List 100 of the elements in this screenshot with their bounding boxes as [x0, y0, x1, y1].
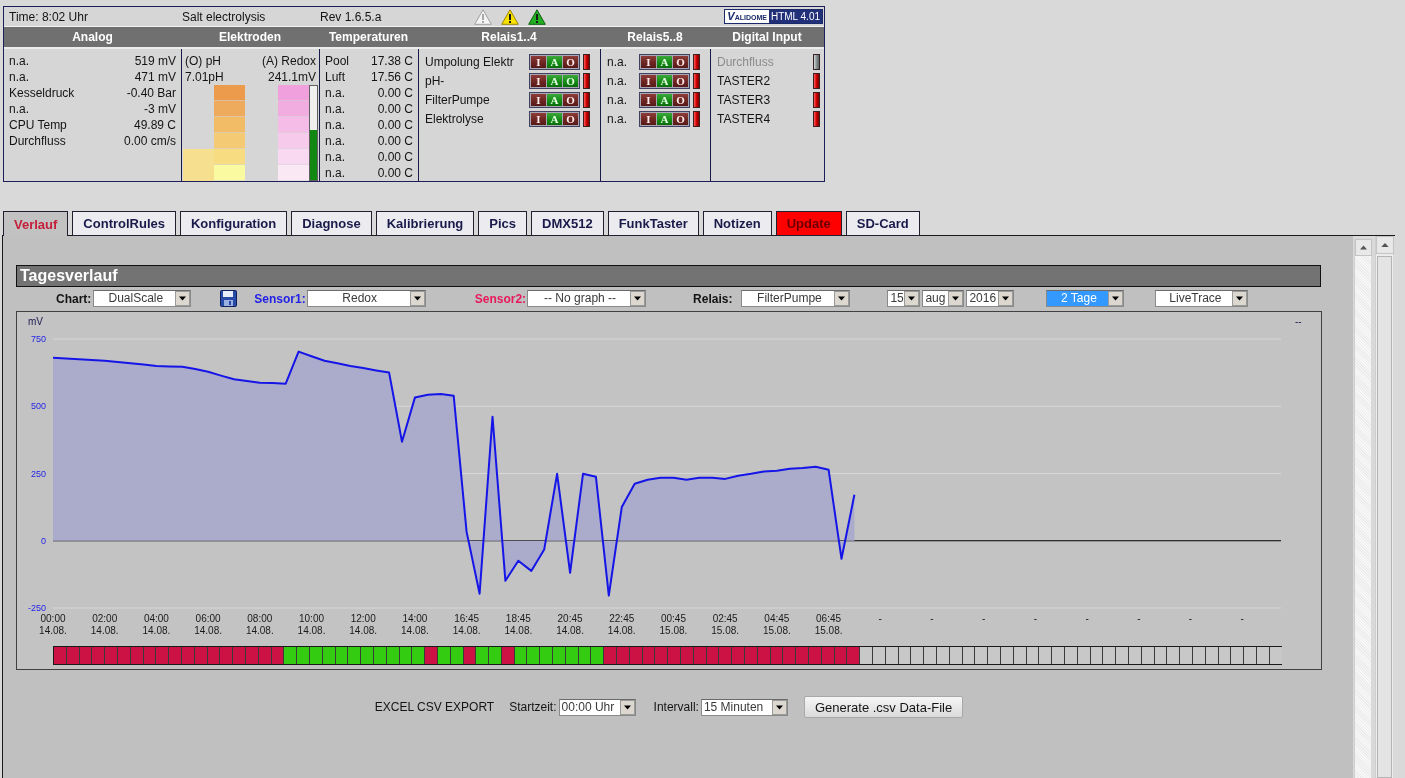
scroll-up-icon[interactable] — [1355, 239, 1372, 256]
dropdown[interactable]: 2016 — [966, 290, 1015, 307]
axis-tick-label: 10:00 14.08. — [296, 613, 327, 637]
axis-tick-label: 20:45 14.08. — [555, 613, 585, 637]
axis-tick-label: 00:45 15.08. — [658, 613, 689, 637]
axis-tick-label: - — [1239, 613, 1245, 625]
tab[interactable]: DMX512 — [531, 211, 604, 236]
mode-button[interactable]: I — [531, 112, 546, 125]
mode-button[interactable]: A — [547, 55, 562, 68]
temperature-label: n.a. — [325, 85, 345, 101]
sensor-label: n.a. — [9, 69, 29, 85]
save-icon[interactable] — [220, 290, 238, 307]
mode-button[interactable]: I — [531, 93, 546, 106]
axis-tick-label: 04:45 15.08. — [761, 613, 792, 637]
axis-tick-label: 750 — [30, 334, 46, 344]
mode-button[interactable]: A — [657, 55, 672, 68]
tab[interactable]: Notizen — [702, 211, 772, 236]
field-label: Relais: — [693, 291, 733, 306]
validator-badge[interactable]: VALIDOME HTML 4.01 — [724, 9, 823, 24]
axis-tick-label: 18:45 14.08. — [503, 613, 534, 637]
electrode-label: (O) pH — [185, 53, 221, 69]
input-name: TASTER4 — [717, 111, 772, 126]
tab[interactable]: Kalibrierung — [375, 211, 475, 236]
dropdown[interactable]: LiveTrace — [1155, 290, 1249, 307]
axis-tick-label: - — [929, 613, 935, 625]
relay-name: n.a. — [607, 111, 628, 126]
relay-name: Elektrolyse — [425, 111, 485, 126]
mode-button[interactable]: O — [673, 55, 688, 68]
mode-button[interactable]: A — [547, 112, 562, 125]
axis-tick-label: 06:00 14.08. — [193, 613, 223, 637]
section-title: Tagesverlauf — [16, 265, 1321, 287]
sensor-value: 471 mV — [134, 69, 176, 85]
column-header: Elektroden — [218, 29, 282, 46]
electrode-label: (A) Redox — [261, 53, 316, 69]
tab[interactable]: Pics — [478, 211, 528, 236]
mode-button[interactable]: I — [531, 55, 546, 68]
dropdown[interactable]: FilterPumpe — [741, 290, 851, 307]
mode-button[interactable]: I — [641, 74, 656, 87]
tab[interactable]: ControlRules — [72, 211, 176, 236]
mode-button[interactable]: O — [673, 93, 688, 106]
column-header: Relais5..8 — [626, 29, 684, 46]
sensor-value: 519 mV — [134, 53, 176, 69]
temperature-value: 0.00 C — [377, 165, 413, 181]
sensor-value: 0.00 cm/s — [123, 133, 176, 149]
mode-button[interactable]: O — [673, 74, 688, 87]
mode-button[interactable]: I — [531, 74, 546, 87]
dropdown[interactable]: -- No graph -- — [527, 290, 647, 307]
generate-button[interactable]: Generate .csv Data-File — [803, 696, 964, 718]
relay-name: n.a. — [607, 92, 628, 107]
scrollbar[interactable] — [1354, 239, 1371, 778]
app-title: Salt electrolysis — [182, 9, 266, 24]
mode-button[interactable]: O — [563, 74, 578, 87]
sensor-label: n.a. — [9, 101, 29, 117]
tab[interactable]: FunkTaster — [607, 211, 699, 236]
input-name: Durchfluss — [717, 54, 775, 69]
sensor-label: Durchfluss — [9, 133, 66, 149]
temperature-label: n.a. — [325, 101, 345, 117]
axis-tick-label: - — [1136, 613, 1142, 625]
temperature-label: n.a. — [325, 165, 345, 181]
scrollbar[interactable] — [1375, 236, 1393, 778]
dropdown[interactable]: 00:00 Uhr — [558, 698, 636, 716]
dropdown[interactable]: DualScale — [93, 290, 192, 307]
relay-name: n.a. — [607, 73, 628, 88]
mode-button[interactable]: O — [563, 55, 578, 68]
sensor-value: -3 mV — [144, 101, 176, 117]
mode-button[interactable]: O — [673, 112, 688, 125]
mode-button[interactable]: A — [657, 93, 672, 106]
mode-button[interactable]: O — [563, 112, 578, 125]
warning-icon — [528, 8, 546, 25]
scroll-up-icon[interactable] — [1376, 236, 1394, 254]
mode-button[interactable]: A — [657, 112, 672, 125]
field-label: Sensor1: — [254, 291, 306, 306]
axis-tick-label: 500 — [30, 401, 46, 412]
dropdown[interactable]: aug — [922, 290, 965, 307]
mode-button[interactable]: I — [641, 55, 656, 68]
axis-tick-label: - — [1032, 613, 1039, 625]
mode-button[interactable]: A — [657, 74, 672, 87]
sensor-label: Kesseldruck — [9, 85, 75, 101]
tab[interactable]: Konfiguration — [180, 211, 288, 236]
tab[interactable]: SD-Card — [845, 211, 920, 236]
column-header: Relais1..4 — [480, 29, 538, 46]
dropdown[interactable]: Redox — [306, 290, 426, 307]
mode-button[interactable]: I — [641, 112, 656, 125]
axis-tick-label: 12:00 14.08. — [348, 613, 379, 637]
mode-button[interactable]: O — [563, 93, 578, 106]
mode-button[interactable]: I — [641, 93, 656, 106]
axis-tick-label: - — [1084, 613, 1090, 625]
field-label: Sensor2: — [474, 291, 527, 306]
axis-tick-label: 14:00 14.08. — [400, 613, 430, 637]
dropdown[interactable]: 15 Minuten — [700, 698, 788, 716]
temperature-value: 0.00 C — [377, 133, 413, 149]
relay-name: Umpolung Elektr — [425, 54, 515, 69]
mode-button[interactable]: A — [547, 93, 562, 106]
dropdown[interactable]: 15 — [887, 290, 921, 307]
tab[interactable]: Diagnose — [291, 211, 372, 236]
relay-name: FilterPumpe — [425, 92, 491, 107]
mode-button[interactable]: A — [547, 74, 562, 87]
axis-tick-label: 00:00 14.08. — [38, 613, 68, 637]
axis-tick-label: 08:00 14.08. — [244, 613, 275, 637]
column-header: Temperaturen — [327, 29, 410, 46]
